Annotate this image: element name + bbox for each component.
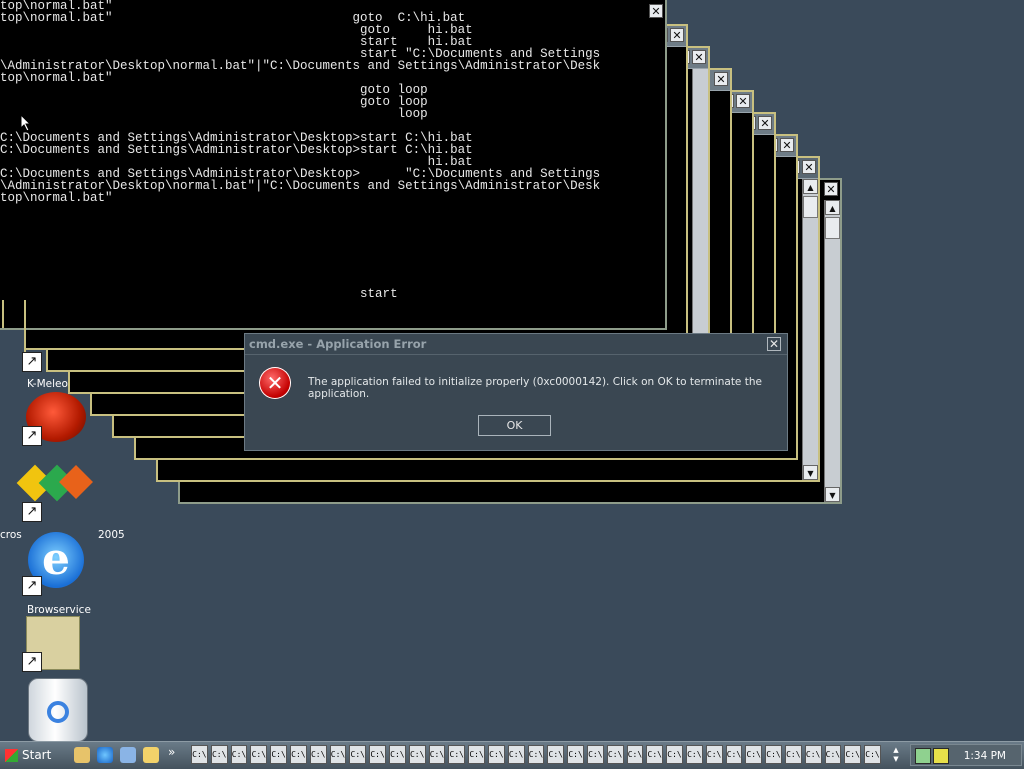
taskbar-console-button[interactable]: C:\ bbox=[725, 745, 743, 764]
taskbar-console-button[interactable]: C:\ bbox=[606, 745, 624, 764]
close-button[interactable]: ✕ bbox=[714, 72, 728, 86]
taskbar-console-button[interactable]: C:\ bbox=[309, 745, 327, 764]
vertical-scrollbar[interactable]: ▲ bbox=[824, 200, 840, 502]
taskbar-console-button[interactable]: C:\ bbox=[705, 745, 723, 764]
dialog-close-button[interactable]: ✕ bbox=[767, 337, 781, 351]
taskbar-console-button[interactable]: C:\ bbox=[586, 745, 604, 764]
desktop-icon-label-partial-right[interactable]: 2005 bbox=[98, 529, 125, 541]
close-button[interactable]: ✕ bbox=[824, 182, 838, 196]
taskbar-console-button[interactable]: C:\ bbox=[191, 745, 208, 764]
taskbar-console-button[interactable]: C:\ bbox=[230, 745, 248, 764]
recycle-bin-icon bbox=[28, 678, 88, 742]
network-quicklaunch-icon[interactable] bbox=[120, 747, 136, 763]
console-output: top\normal.bat" top\normal.bat" goto C:\… bbox=[0, 0, 601, 301]
taskbar-console-button[interactable]: C:\ bbox=[329, 745, 347, 764]
search-quicklaunch-icon[interactable] bbox=[143, 747, 159, 763]
console-window-front[interactable]: top\normal.bat" top\normal.bat" goto C:\… bbox=[0, 0, 667, 330]
scroll-up-arrow-icon[interactable]: ▲ bbox=[803, 179, 818, 194]
taskbar-console-button[interactable]: C:\ bbox=[349, 745, 367, 764]
taskbar-console-button[interactable]: C:\ bbox=[844, 745, 862, 764]
taskbar-scroll-arrows-icon[interactable]: ▲ ▼ bbox=[890, 746, 902, 764]
shortcut-arrow-icon: ↗ bbox=[22, 426, 42, 446]
taskbar-console-button[interactable]: C:\ bbox=[784, 745, 802, 764]
taskbar-console-button[interactable]: C:\ bbox=[824, 745, 842, 764]
taskbar-console-button[interactable]: C:\ bbox=[646, 745, 664, 764]
desktop-icon-editor[interactable]: ↗ bbox=[20, 612, 90, 674]
taskbar-console-button[interactable]: C:\ bbox=[745, 745, 763, 764]
show-desktop-icon[interactable] bbox=[74, 747, 90, 763]
vertical-scrollbar[interactable] bbox=[692, 69, 708, 370]
desktop-icon-internet-explorer[interactable]: e ↗ bbox=[20, 528, 90, 598]
scroll-thumb[interactable] bbox=[803, 196, 818, 218]
error-icon: ✕ bbox=[259, 367, 291, 399]
shortcut-arrow-icon: ↗ bbox=[22, 352, 42, 372]
close-button[interactable]: ✕ bbox=[670, 28, 684, 42]
close-button[interactable]: ✕ bbox=[780, 138, 794, 152]
taskbar-console-button[interactable]: C:\ bbox=[507, 745, 525, 764]
taskbar-console-button[interactable]: C:\ bbox=[666, 745, 683, 764]
scroll-thumb[interactable] bbox=[825, 217, 840, 239]
windows-logo-icon bbox=[5, 749, 18, 762]
system-tray: 1:34 PM bbox=[910, 744, 1022, 766]
taskbar-console-button[interactable]: C:\ bbox=[210, 745, 228, 764]
scroll-down-arrow-icon[interactable]: ▼ bbox=[803, 465, 818, 480]
desktop-icon-visual-studio[interactable]: ↗ bbox=[16, 462, 93, 524]
taskbar-console-button[interactable]: C:\ bbox=[547, 745, 565, 764]
task-button-list: C:\ C:\ C:\ C:\ C:\ C:\ C:\ C:\ C:\ C:\ C:\ C:\ C:\ C… bbox=[191, 745, 881, 764]
taskbar-console-button[interactable]: C:\ bbox=[289, 745, 307, 764]
internet-explorer-quicklaunch-icon[interactable] bbox=[97, 747, 113, 763]
taskbar-console-button[interactable]: C:\ bbox=[448, 745, 466, 764]
cascade-border bbox=[2, 300, 4, 328]
desktop-icon-red-ball[interactable]: ↗ bbox=[20, 392, 90, 448]
visual-studio-logo-icon bbox=[16, 462, 93, 506]
taskbar-console-button[interactable]: C:\ bbox=[487, 745, 505, 764]
clock[interactable]: 1:34 PM bbox=[964, 745, 1006, 767]
desktop-icon-label-kmeleon[interactable]: K-Meleo bbox=[27, 378, 68, 390]
vertical-scrollbar[interactable]: ▲ bbox=[802, 179, 818, 480]
scroll-down-arrow-icon[interactable]: ▼ bbox=[825, 487, 840, 502]
taskbar-console-button[interactable]: C:\ bbox=[804, 745, 822, 764]
close-button[interactable]: ✕ bbox=[649, 4, 663, 18]
taskbar-console-button[interactable]: C:\ bbox=[408, 745, 426, 764]
taskbar-console-button[interactable]: C:\ bbox=[428, 745, 446, 764]
taskbar-console-button[interactable]: C:\ bbox=[864, 745, 881, 764]
taskbar: Start » C:\ C:\ C:\ C:\ C:\ C:\ C:\ C:\ C:\ C:\ C:… bbox=[0, 741, 1024, 769]
close-button[interactable]: ✕ bbox=[692, 50, 706, 64]
network-tray-icon[interactable] bbox=[915, 748, 931, 764]
start-button[interactable]: Start bbox=[2, 746, 57, 765]
taskbar-console-button[interactable]: C:\ bbox=[388, 745, 406, 764]
taskbar-console-button[interactable]: C:\ bbox=[250, 745, 268, 764]
taskbar-console-button[interactable]: C:\ bbox=[765, 745, 782, 764]
shortcut-arrow-icon: ↗ bbox=[22, 576, 42, 596]
scroll-up-arrow-icon[interactable]: ▲ bbox=[825, 200, 840, 215]
taskbar-console-button[interactable]: C:\ bbox=[685, 745, 703, 764]
close-button[interactable]: ✕ bbox=[802, 160, 816, 174]
mouse-cursor-icon bbox=[20, 114, 32, 132]
quicklaunch-chevron-icon[interactable]: » bbox=[168, 745, 175, 759]
desktop-icon-recycle-bin[interactable] bbox=[26, 676, 90, 742]
ok-button[interactable]: OK bbox=[478, 415, 551, 436]
taskbar-console-button[interactable]: C:\ bbox=[567, 745, 584, 764]
cascade-border bbox=[24, 300, 26, 352]
taskbar-console-button[interactable]: C:\ bbox=[369, 745, 386, 764]
window-controls: ✕ bbox=[649, 4, 663, 18]
window-controls: ✕ bbox=[824, 182, 838, 196]
dialog-message: The application failed to initialize pro… bbox=[308, 376, 762, 400]
taskbar-console-button[interactable]: C:\ bbox=[626, 745, 644, 764]
close-button[interactable]: ✕ bbox=[758, 116, 772, 130]
application-error-dialog: cmd.exe - Application Error ✕ ✕ The appl… bbox=[244, 333, 788, 451]
close-button[interactable]: ✕ bbox=[736, 94, 750, 108]
shortcut-arrow-icon: ↗ bbox=[22, 652, 42, 672]
dialog-title[interactable]: cmd.exe - Application Error bbox=[245, 334, 787, 355]
security-tray-icon[interactable] bbox=[933, 748, 949, 764]
shortcut-arrow-icon: ↗ bbox=[22, 502, 42, 522]
start-label: Start bbox=[22, 748, 52, 762]
taskbar-console-button[interactable]: C:\ bbox=[468, 745, 485, 764]
taskbar-console-button[interactable]: C:\ bbox=[527, 745, 545, 764]
desktop-icon-label-partial-left[interactable]: cros bbox=[0, 529, 22, 541]
taskbar-console-button[interactable]: C:\ bbox=[270, 745, 287, 764]
